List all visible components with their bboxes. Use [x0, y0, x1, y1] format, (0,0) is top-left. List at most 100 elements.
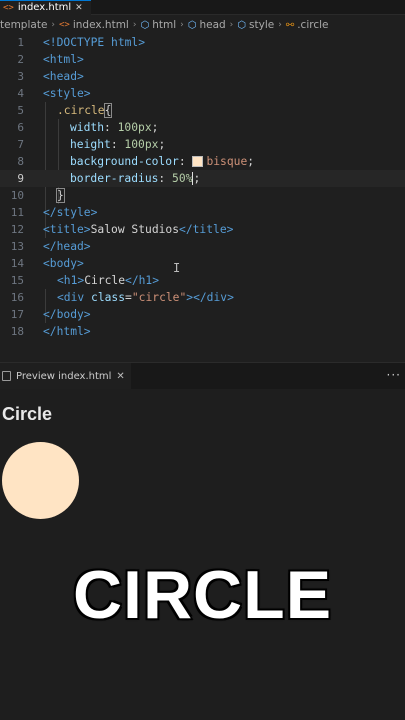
code-line: 16 <div class = "circle" ></div>: [0, 289, 405, 306]
more-actions-icon[interactable]: ···: [387, 368, 401, 382]
code-token: </h1>: [125, 274, 160, 287]
line-number: 8: [17, 155, 24, 168]
code-line-current: 9 border-radius: 50%;: [0, 170, 405, 187]
tab-label: index.html: [17, 2, 72, 13]
code-token: }: [56, 188, 65, 203]
breadcrumb-item-head[interactable]: ⬡ head: [188, 19, 226, 31]
code-token: <div: [57, 291, 85, 304]
code-editor[interactable]: 1 <!DOCTYPE html> 2 <html> 3 <head> 4 <s…: [0, 34, 405, 360]
chevron-right-icon: ›: [278, 20, 282, 30]
code-token: Circle: [84, 274, 126, 287]
code-token: <style>: [43, 87, 91, 100]
breadcrumb-label: html: [152, 19, 177, 31]
line-number: 6: [17, 121, 24, 134]
code-token: border-radius: [70, 172, 159, 185]
code-line: 11 </style>: [0, 204, 405, 221]
code-token: 100px: [117, 121, 152, 134]
code-token: width: [70, 121, 105, 134]
tab-preview[interactable]: Preview index.html ✕: [0, 363, 131, 389]
code-token: .circle: [57, 104, 105, 117]
code-token: <html>: [43, 53, 84, 66]
element-cube-icon: ⬡: [187, 19, 197, 31]
line-number: 9: [17, 172, 24, 185]
code-token: <title>: [43, 223, 91, 236]
breadcrumb: template › <> index.html › ⬡ html › ⬡ he…: [0, 16, 405, 34]
line-number: 3: [17, 70, 24, 83]
line-number: 10: [10, 189, 24, 202]
css-selector-icon: ⚯: [285, 19, 295, 31]
preview-file-icon: [2, 371, 11, 381]
mouse-ibeam-icon: I: [173, 261, 181, 275]
code-token: 100px: [124, 138, 159, 151]
chevron-right-icon: ›: [51, 20, 56, 30]
html-file-icon: <>: [59, 20, 70, 30]
line-number: 11: [10, 206, 24, 219]
element-cube-icon: ⬡: [237, 19, 247, 31]
line-number: 18: [10, 325, 24, 338]
preview-tab-label: Preview index.html: [16, 370, 112, 382]
color-swatch[interactable]: [192, 156, 204, 167]
chevron-right-icon: ›: [180, 20, 184, 30]
code-line: 7 height: 100px;: [0, 136, 405, 153]
chevron-right-icon: ›: [132, 20, 137, 30]
line-number: 16: [10, 291, 24, 304]
code-line: 3 <head>: [0, 68, 405, 85]
line-number: 12: [10, 223, 24, 236]
code-token: "circle": [131, 291, 187, 304]
breadcrumb-item-html[interactable]: ⬡ html: [140, 19, 176, 31]
breadcrumb-item-style[interactable]: ⬡ style: [237, 19, 274, 31]
code-token: background-color: [70, 155, 179, 168]
code-token: bisque: [206, 155, 248, 168]
code-token: </html>: [43, 325, 91, 338]
editor-tab-strip: <> index.html ✕: [0, 0, 405, 15]
breadcrumb-label: style: [249, 19, 275, 31]
line-number: 7: [17, 138, 24, 151]
code-line: 18 </html>: [0, 323, 405, 340]
breadcrumb-label: template: [0, 19, 48, 31]
vscode-window: <> index.html ✕ template › <> index.html…: [0, 0, 405, 720]
tab-index-html[interactable]: <> index.html ✕: [0, 0, 91, 15]
code-line: 5 .circle{: [0, 102, 405, 119]
line-number: 5: [17, 104, 24, 117]
code-line: 13 </head>: [0, 238, 405, 255]
code-token: <!DOCTYPE html>: [43, 36, 146, 49]
video-caption: CIRCLE: [71, 556, 333, 635]
code-line: 17 </body>: [0, 306, 405, 323]
code-token: </style>: [43, 206, 98, 219]
code-token: {: [103, 103, 113, 118]
code-token: height: [70, 138, 111, 151]
code-line: 2 <html>: [0, 51, 405, 68]
breadcrumb-label: index.html: [72, 19, 129, 31]
chevron-right-icon: ›: [229, 20, 234, 30]
code-token: 50%: [172, 172, 193, 185]
line-number: 14: [10, 257, 24, 270]
breadcrumb-item-template[interactable]: template: [0, 19, 47, 31]
preview-tab-bar: Preview index.html ✕ ···: [0, 362, 405, 389]
preview-circle: [2, 442, 79, 519]
html-file-icon: <>: [3, 3, 14, 13]
line-number: 17: [10, 308, 24, 321]
code-line: 6 width: 100px;: [0, 119, 405, 136]
breadcrumb-item-circle[interactable]: ⚯ .circle: [286, 19, 329, 31]
line-number: 2: [17, 53, 24, 66]
line-number: 15: [10, 274, 24, 287]
code-token: class: [91, 291, 126, 304]
code-line: 10 }: [0, 187, 405, 204]
code-line: 12 <title> Salow Studios </title>: [0, 221, 405, 238]
close-icon[interactable]: ✕: [75, 3, 83, 13]
breadcrumb-item-file[interactable]: <> index.html: [59, 19, 129, 31]
code-token: <body>: [43, 257, 84, 270]
line-number: 4: [17, 87, 24, 100]
code-token: </title>: [179, 223, 234, 236]
line-number: 1: [17, 36, 24, 49]
element-cube-icon: ⬡: [140, 19, 150, 31]
breadcrumb-label: head: [199, 19, 226, 31]
code-token: Salow Studios: [90, 223, 180, 236]
code-token: ></div>: [186, 291, 234, 304]
code-token: </head>: [43, 240, 91, 253]
code-token: <head>: [43, 70, 84, 83]
code-line: 1 <!DOCTYPE html>: [0, 34, 405, 51]
close-icon[interactable]: ✕: [116, 371, 124, 382]
code-line: 4 <style>: [0, 85, 405, 102]
code-line: 14 <body>: [0, 255, 405, 272]
